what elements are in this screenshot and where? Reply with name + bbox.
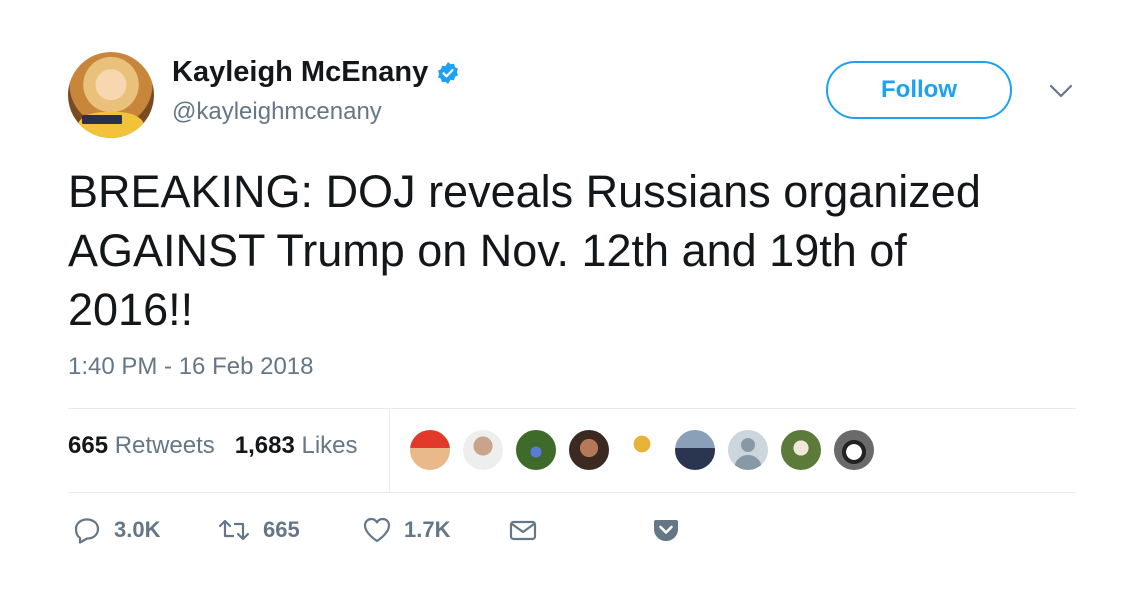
liker-avatar[interactable] — [673, 428, 717, 472]
tweet-text-line: AGAINST Trump on Nov. 12th and 19th of — [68, 225, 907, 276]
tweet-text-line: BREAKING: DOJ reveals Russians organized — [68, 166, 981, 217]
liker-avatar[interactable] — [461, 428, 505, 472]
retweet-button[interactable]: 665 — [217, 515, 362, 545]
author-display-name[interactable]: Kayleigh McEnany — [172, 56, 428, 89]
default-avatar-icon[interactable] — [726, 428, 770, 472]
message-button[interactable] — [507, 515, 652, 545]
liker-avatar[interactable] — [514, 428, 558, 472]
liker-avatar[interactable] — [620, 428, 664, 472]
chevron-down-icon[interactable] — [1046, 80, 1076, 102]
envelope-icon — [507, 515, 539, 545]
retweets-label: Retweets — [114, 432, 215, 459]
stats-separator — [389, 409, 390, 493]
save-to-pocket-button[interactable] — [652, 516, 680, 544]
pocket-icon — [652, 516, 680, 544]
retweet-count: 665 — [263, 517, 300, 542]
avatar-chyron — [82, 115, 122, 124]
liker-avatar[interactable] — [779, 428, 823, 472]
retweet-icon — [217, 515, 251, 545]
reply-count: 3.0K — [114, 517, 161, 542]
liker-avatar[interactable] — [408, 428, 452, 472]
likers-avatars — [408, 428, 885, 472]
like-button[interactable]: 1.7K — [362, 515, 507, 545]
heart-icon — [362, 515, 392, 545]
liker-avatar[interactable] — [567, 428, 611, 472]
tweet-timestamp[interactable]: 1:40 PM - 16 Feb 2018 — [68, 353, 313, 381]
author-name-row: Kayleigh McEnany — [172, 56, 460, 89]
stats-top-divider — [68, 408, 1076, 409]
like-count: 1.7K — [404, 517, 451, 542]
tweet-text: BREAKING: DOJ reveals Russians organized… — [68, 162, 1078, 339]
retweets-count: 665 — [68, 432, 109, 459]
retweets-stat[interactable]: 665 Retweets — [68, 432, 215, 460]
author-handle[interactable]: @kayleighmcenany — [172, 98, 382, 126]
likes-label: Likes — [301, 432, 358, 459]
reply-icon — [72, 515, 102, 545]
tweet-text-line: 2016!! — [68, 284, 194, 335]
liker-avatar[interactable] — [832, 428, 876, 472]
tweet-stats: 665 Retweets 1,683 Likes — [68, 432, 378, 460]
stats-bottom-divider — [68, 492, 1076, 493]
verified-badge-icon — [436, 61, 460, 85]
author-avatar[interactable] — [68, 52, 154, 138]
follow-button[interactable]: Follow — [826, 61, 1012, 119]
likes-count: 1,683 — [234, 432, 295, 459]
tweet-actions: 3.0K 665 1.7K — [72, 515, 680, 545]
reply-button[interactable]: 3.0K — [72, 515, 217, 545]
likes-stat[interactable]: 1,683 Likes — [235, 432, 358, 460]
